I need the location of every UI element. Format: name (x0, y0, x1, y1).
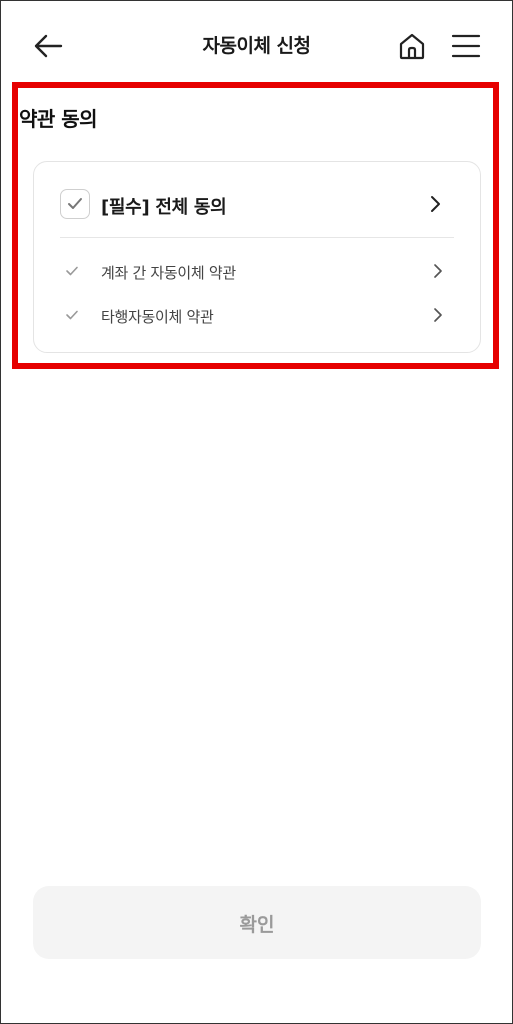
check-icon[interactable] (65, 264, 79, 278)
confirm-button-label: 확인 (239, 914, 275, 936)
term-item-label: 타행자동이체 약관 (101, 308, 214, 326)
home-icon (399, 33, 425, 60)
confirm-button[interactable]: 확인 (33, 886, 481, 959)
check-icon[interactable] (65, 308, 79, 322)
section-title: 약관 동의 (19, 107, 98, 131)
all-agree-checkbox[interactable] (60, 189, 90, 219)
menu-button[interactable] (446, 26, 486, 66)
app-header: 자동이체 신청 (0, 0, 513, 90)
all-agree-label: [필수] 전체 동의 (101, 197, 227, 218)
check-icon (68, 198, 82, 209)
chevron-right-icon[interactable] (432, 307, 444, 323)
hamburger-menu-icon (451, 34, 481, 58)
home-button[interactable] (392, 26, 432, 66)
all-agree-row[interactable]: [필수] 전체 동의 (34, 162, 480, 238)
chevron-right-icon[interactable] (432, 263, 444, 279)
terms-card: [필수] 전체 동의 계좌 간 자동이체 약관 타행자동이체 약관 (33, 161, 481, 353)
page-title: 자동이체 신청 (202, 35, 312, 57)
term-item-label: 계좌 간 자동이체 약관 (101, 264, 236, 282)
chevron-right-icon[interactable] (428, 194, 444, 214)
divider (60, 237, 454, 238)
term-item-other-bank-transfer[interactable]: 타행자동이체 약관 (34, 295, 480, 335)
term-item-account-transfer[interactable]: 계좌 간 자동이체 약관 (34, 251, 480, 291)
